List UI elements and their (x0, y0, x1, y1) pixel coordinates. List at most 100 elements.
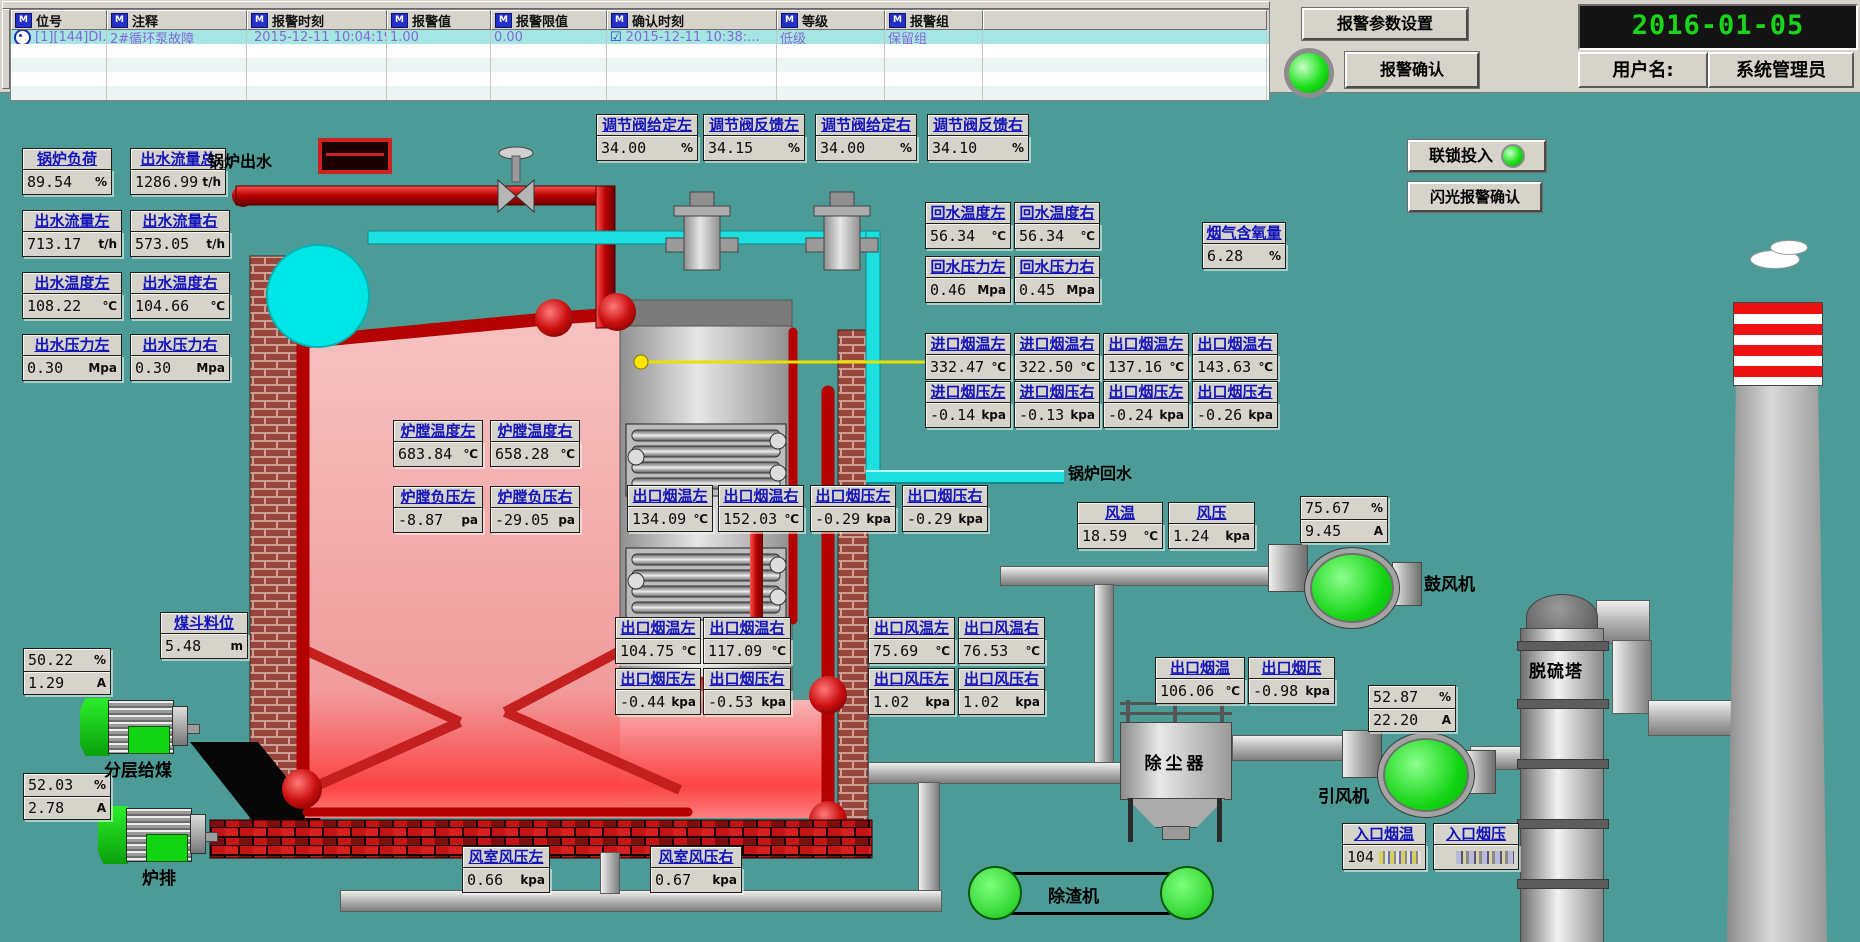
return-pipe-top (368, 231, 878, 244)
gauge-valve-fb-right: 调节阀反馈右34.10% (927, 114, 1029, 161)
column-header-alarm-time[interactable]: M报警时刻 (247, 10, 387, 30)
grate-motor[interactable] (98, 806, 218, 864)
gauge-value: 34.00 (820, 139, 865, 157)
gauge-unit: kpa (671, 695, 696, 709)
alarm-row-empty (11, 58, 1269, 72)
gauge-value: 0.46 (930, 281, 966, 299)
gauge-out-smoke-temp-right-a: 出口烟温右143.63℃ (1192, 333, 1278, 380)
column-header-tag[interactable]: M位号 (11, 10, 107, 30)
tower-band (1517, 641, 1609, 651)
interlock-button[interactable]: 联锁投入 (1408, 140, 1546, 172)
slag-roller-left[interactable] (968, 866, 1022, 920)
alarm-row-selected[interactable]: [1][144]DI... 2#循环泵故障 2015-12-11 10:04:1… (11, 30, 1269, 44)
stat-value: 1.29 (28, 674, 64, 692)
column-sort-icon: M (391, 13, 408, 28)
gauge-label: 回水压力右 (1014, 256, 1100, 277)
gauge-value: 0.45 (1019, 281, 1055, 299)
alarm-settings-button[interactable]: 报警参数设置 (1302, 8, 1468, 40)
gauge-value: 34.10 (932, 139, 977, 157)
gauge-label: 入口烟压 (1433, 823, 1519, 844)
motor-shaft (205, 832, 218, 842)
username-label: 用户名: (1578, 52, 1708, 88)
gauge-unit: pa (558, 513, 575, 527)
gauge-label: 煤斗料位 (160, 612, 248, 633)
gauge-out-smoke-press-right-c: 出口烟压右-0.53kpa (703, 668, 791, 715)
gauge-label: 回水温度左 (925, 202, 1011, 223)
gauge-label: 出口烟压左 (1103, 381, 1189, 402)
dust-leg (1128, 798, 1133, 842)
gauge-out-smoke-press-right-b: 出口烟压右-0.29kpa (902, 485, 988, 532)
gauge-in-smoke-press-left: 进口烟压左-0.14kpa (925, 381, 1011, 428)
slag-roller-right[interactable] (1160, 866, 1214, 920)
tower-band (1517, 699, 1609, 709)
stat-unit: A (97, 676, 106, 690)
gauge-dust-out-temp: 出口烟温106.06℃ (1155, 657, 1245, 704)
gauge-value: 1286.99 (135, 173, 198, 191)
gauge-label: 回水温度右 (1014, 202, 1100, 223)
column-header-comment[interactable]: M注释 (107, 10, 247, 30)
gauge-value: 322.50 (1019, 358, 1073, 376)
gauge-value: -0.53 (708, 693, 753, 711)
gauge-unit: ℃ (681, 644, 696, 658)
column-header-level[interactable]: M等级 (777, 10, 885, 30)
gauge-return-temp-right: 回水温度右56.34℃ (1014, 202, 1100, 249)
dust-outlet (1162, 826, 1190, 840)
railing-post (1126, 700, 1130, 722)
gauge-in-smoke-temp-left: 进口烟温左332.47℃ (925, 333, 1011, 380)
blower-fan[interactable] (1305, 548, 1399, 628)
gauge-unit: t/h (202, 175, 221, 189)
chimney-stripes (1733, 302, 1823, 386)
tower-outlet-duct (1596, 600, 1650, 644)
gauge-value: -0.29 (815, 510, 860, 528)
column-label: 等级 (802, 11, 828, 30)
gauge-chamber-press-left: 风室风压左0.66kpa (462, 846, 550, 893)
username-value: 系统管理员 (1708, 52, 1854, 88)
stats-grate: 52.03% 2.78A (23, 773, 111, 820)
gauge-value: 5.48 (165, 637, 201, 655)
gauge-label: 入口烟温 (1342, 823, 1426, 844)
gauge-out-smoke-press-left-a: 出口烟压左-0.24kpa (1103, 381, 1189, 428)
induced-fan[interactable] (1378, 733, 1474, 817)
gauge-value: 332.47 (930, 358, 984, 376)
gauge-unit: kpa (712, 873, 737, 887)
alarm-level: 低级 (780, 30, 806, 44)
gauge-label: 出水温度左 (22, 272, 122, 293)
gauge-label: 出口风温右 (958, 617, 1045, 638)
gauge-unit: kpa (1159, 408, 1184, 422)
gauge-label: 出口烟压右 (1192, 381, 1278, 402)
gauge-unit: ℃ (210, 299, 225, 313)
gauge-label: 出水温度右 (130, 272, 230, 293)
gauge-value: 104 (1347, 848, 1374, 866)
stat-value: 50.22 (28, 651, 73, 669)
gauge-unit: pa (461, 513, 478, 527)
flash-ack-button[interactable]: 闪光报警确认 (1408, 182, 1542, 212)
column-header-alarm-value[interactable]: M报警值 (387, 10, 491, 30)
gauge-furnace-press-left: 炉膛负压左-8.87pa (393, 486, 483, 533)
gauge-unit: kpa (958, 512, 983, 526)
column-header-alarm-limit[interactable]: M报警限值 (491, 10, 607, 30)
alarm-limit: 0.00 (494, 30, 523, 44)
gauge-value: 143.63 (1197, 358, 1251, 376)
gauge-dust-out-press: 出口烟压-0.98kpa (1248, 657, 1335, 704)
gauge-in-smoke-press-right: 进口烟压右-0.13kpa (1014, 381, 1100, 428)
motor-shaft (187, 724, 200, 734)
stat-unit: % (1371, 501, 1383, 515)
coal-feeder-motor[interactable] (80, 698, 200, 756)
dust-collector-label: 除尘器 (1145, 749, 1208, 774)
gauge-unit: m (230, 639, 243, 653)
gauge-unit: Mpa (88, 361, 117, 375)
ack-checkbox-icon[interactable]: ☑ (610, 31, 622, 44)
gauge-label: 调节阀给定右 (815, 114, 917, 135)
alarm-comment: 2#循环泵故障 (110, 30, 194, 44)
gauge-value: 0.67 (655, 871, 691, 889)
gauge-out-air-press-left: 出口风压左1.02kpa (868, 668, 955, 715)
gauge-valve-set-left: 调节阀给定左34.00% (596, 114, 698, 161)
gauge-label: 出口烟压右 (703, 668, 791, 689)
gauge-unit: ℃ (1080, 360, 1095, 374)
gauge-value: -0.13 (1019, 406, 1064, 424)
gauge-out-temp-right: 出水温度右104.66℃ (130, 272, 230, 319)
column-header-group[interactable]: M报警组 (885, 10, 983, 30)
chamber-top-band (620, 300, 792, 326)
column-header-ack-time[interactable]: M确认时刻 (607, 10, 777, 30)
alarm-ack-button[interactable]: 报警确认 (1345, 52, 1479, 88)
